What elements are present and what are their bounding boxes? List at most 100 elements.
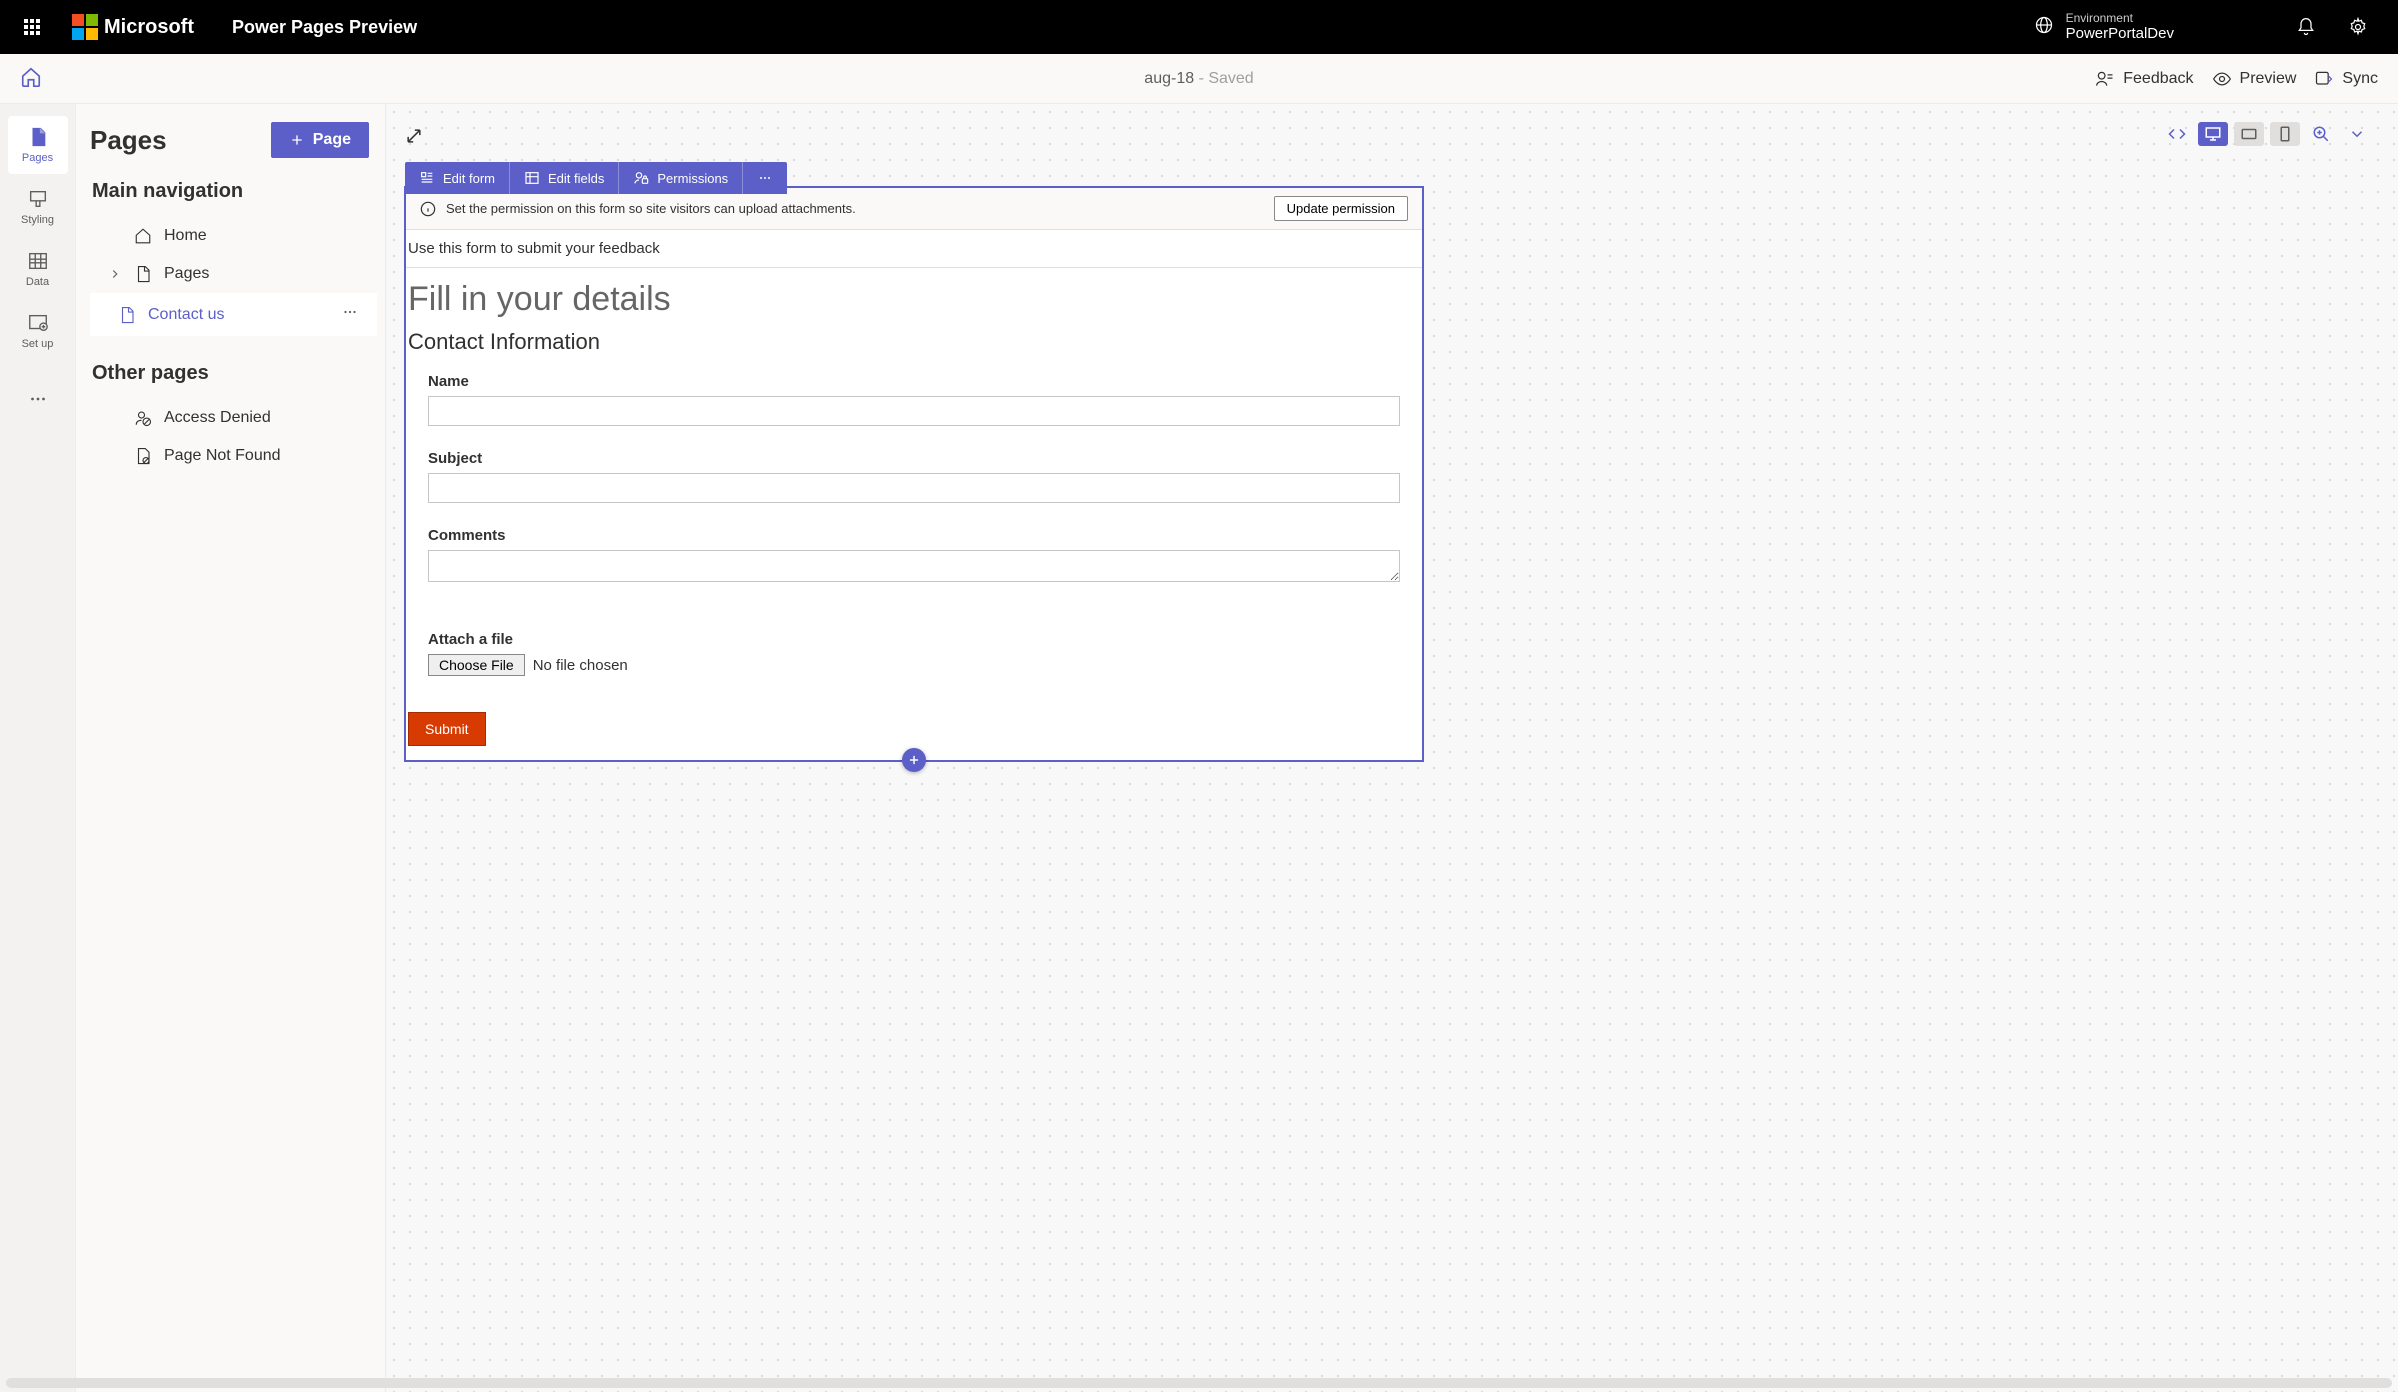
canvas-toolbar xyxy=(2162,122,2372,146)
form-icon xyxy=(419,170,435,186)
update-permission-button[interactable]: Update permission xyxy=(1274,196,1408,221)
microsoft-logo: Microsoft xyxy=(72,14,194,40)
tablet-portrait-button[interactable] xyxy=(2270,122,2300,146)
desktop-icon xyxy=(2204,125,2222,143)
document-title: aug-18 - Saved xyxy=(1144,70,1253,88)
comments-label: Comments xyxy=(428,527,1400,544)
zoom-icon xyxy=(2312,125,2330,143)
globe-icon[interactable] xyxy=(2034,15,2054,38)
brand-text: Microsoft xyxy=(104,16,194,39)
ellipsis-icon xyxy=(341,303,359,321)
microsoft-icon xyxy=(72,14,98,40)
nav-page-not-found[interactable]: Page Not Found xyxy=(90,437,377,475)
section-main-nav: Main navigation xyxy=(92,180,377,203)
zoom-dropdown[interactable] xyxy=(2342,122,2372,146)
feedback-button[interactable]: Feedback xyxy=(2095,69,2193,89)
notifications-button[interactable] xyxy=(2286,17,2326,37)
panel-title: Pages xyxy=(90,125,167,156)
ellipsis-icon xyxy=(27,388,49,410)
subject-input[interactable] xyxy=(428,473,1400,503)
app-title: Power Pages Preview xyxy=(232,17,417,38)
tablet-landscape-icon xyxy=(2240,125,2258,143)
gear-icon xyxy=(2348,17,2368,37)
comments-input[interactable] xyxy=(428,550,1400,582)
resize-icon xyxy=(404,126,424,146)
global-header: Microsoft Power Pages Preview Environmen… xyxy=(0,0,2398,54)
permissions-button[interactable]: Permissions xyxy=(619,162,743,194)
zoom-button[interactable] xyxy=(2306,122,2336,146)
form-component[interactable]: Edit form Edit fields Permissions xyxy=(404,186,1424,762)
field-subject: Subject xyxy=(406,444,1422,521)
section-other-pages: Other pages xyxy=(92,362,377,385)
rail-more[interactable] xyxy=(8,370,68,428)
nav-home[interactable]: Home xyxy=(90,217,377,255)
form-section-title: Contact Information xyxy=(406,327,1422,367)
tablet-landscape-button[interactable] xyxy=(2234,122,2264,146)
rail-pages[interactable]: Pages xyxy=(8,116,68,174)
nav-access-denied[interactable]: Access Denied xyxy=(90,399,377,437)
left-rail: Pages Styling Data Set up xyxy=(0,104,76,1392)
nav-pages[interactable]: Pages xyxy=(90,255,377,293)
pages-panel: Pages Page Main navigation Home Pages Co… xyxy=(76,104,386,1392)
form-intro-text: Use this form to submit your feedback xyxy=(406,230,1422,268)
person-denied-icon xyxy=(134,409,152,427)
home-icon xyxy=(20,66,42,88)
plus-icon xyxy=(907,753,921,767)
chevron-right-icon xyxy=(108,265,122,283)
file-status: No file chosen xyxy=(533,657,628,674)
edit-form-button[interactable]: Edit form xyxy=(405,162,510,194)
feedback-icon xyxy=(2095,69,2115,89)
nav-contact-us[interactable]: Contact us xyxy=(90,293,377,336)
attach-label: Attach a file xyxy=(428,631,1400,648)
field-name: Name xyxy=(406,367,1422,444)
home-button[interactable] xyxy=(20,66,50,91)
brush-icon xyxy=(27,188,49,210)
code-icon xyxy=(2168,125,2186,143)
horizontal-scrollbar[interactable] xyxy=(6,1378,2392,1388)
add-section-button[interactable] xyxy=(902,748,926,772)
plus-icon xyxy=(289,132,305,148)
fields-icon xyxy=(524,170,540,186)
sync-icon xyxy=(2314,69,2334,89)
app-launcher-button[interactable] xyxy=(12,19,52,35)
subject-label: Subject xyxy=(428,450,1400,467)
command-bar: aug-18 - Saved Feedback Preview Sync xyxy=(0,54,2398,104)
bell-icon xyxy=(2296,17,2316,37)
choose-file-button[interactable]: Choose File xyxy=(428,654,525,676)
edit-fields-button[interactable]: Edit fields xyxy=(510,162,619,194)
ellipsis-icon xyxy=(757,170,773,186)
rail-data[interactable]: Data xyxy=(8,240,68,298)
env-label: Environment xyxy=(2066,11,2174,25)
submit-button[interactable]: Submit xyxy=(408,712,486,746)
environment-picker[interactable]: Environment PowerPortalDev xyxy=(2066,11,2174,43)
permission-banner: Set the permission on this form so site … xyxy=(406,188,1422,230)
preview-button[interactable]: Preview xyxy=(2212,69,2297,89)
form-more-button[interactable] xyxy=(743,162,787,194)
eye-icon xyxy=(2212,69,2232,89)
document-missing-icon xyxy=(134,447,152,465)
name-label: Name xyxy=(428,373,1400,390)
code-view-button[interactable] xyxy=(2162,122,2192,146)
table-icon xyxy=(27,250,49,272)
name-input[interactable] xyxy=(428,396,1400,426)
tablet-portrait-icon xyxy=(2276,125,2294,143)
resize-handle[interactable] xyxy=(404,126,428,150)
rail-styling[interactable]: Styling xyxy=(8,178,68,236)
nav-item-more[interactable] xyxy=(341,303,369,326)
sync-button[interactable]: Sync xyxy=(2314,69,2378,89)
field-comments: Comments xyxy=(406,521,1422,603)
rail-setup[interactable]: Set up xyxy=(8,302,68,360)
form-action-bar: Edit form Edit fields Permissions xyxy=(405,162,787,194)
field-attach: Attach a file Choose File No file chosen xyxy=(406,603,1422,694)
desktop-view-button[interactable] xyxy=(2198,122,2228,146)
settings-button[interactable] xyxy=(2338,17,2378,37)
new-page-button[interactable]: Page xyxy=(271,122,369,158)
setup-icon xyxy=(27,312,49,334)
design-canvas[interactable]: Edit form Edit fields Permissions xyxy=(386,104,2398,1392)
env-name: PowerPortalDev xyxy=(2066,25,2174,43)
lock-person-icon xyxy=(633,170,649,186)
waffle-icon xyxy=(24,19,40,35)
banner-text: Set the permission on this form so site … xyxy=(446,201,856,216)
chevron-down-icon xyxy=(2348,125,2366,143)
document-icon xyxy=(134,265,152,283)
